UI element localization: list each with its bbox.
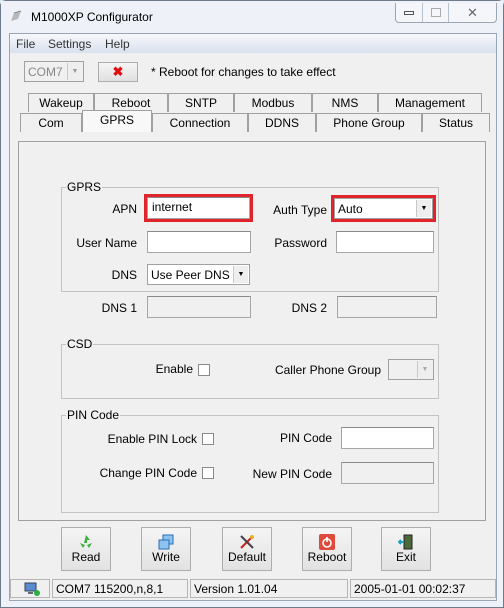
reboot-label: Reboot xyxy=(307,550,347,564)
dns2-input[interactable] xyxy=(337,296,437,318)
chevron-down-icon: ▼ xyxy=(67,63,82,80)
maximize-button[interactable] xyxy=(423,3,449,22)
exit-door-icon xyxy=(398,534,413,550)
close-button[interactable]: ✕ xyxy=(449,3,496,22)
client-area: File Settings Help COM7 ▼ ✖ * Reboot for… xyxy=(9,33,497,601)
power-icon xyxy=(319,534,335,550)
tab-gprs[interactable]: GPRS xyxy=(82,110,152,132)
dns-select[interactable]: Use Peer DNS ▼ xyxy=(147,264,250,285)
app-icon xyxy=(11,10,22,21)
tab-ddns[interactable]: DDNS xyxy=(248,113,316,132)
change-pin-code-checkbox[interactable] xyxy=(202,467,214,479)
apn-label: APN xyxy=(112,202,137,216)
new-pin-code-input[interactable] xyxy=(341,462,434,484)
csd-enable-checkbox[interactable] xyxy=(198,364,210,376)
tab-connection[interactable]: Connection xyxy=(152,113,248,132)
tab-nms[interactable]: NMS xyxy=(312,93,378,112)
menu-bar: File Settings Help xyxy=(10,34,496,53)
menu-settings[interactable]: Settings xyxy=(48,37,91,51)
user-name-input[interactable] xyxy=(147,231,251,253)
csd-enable-label: Enable xyxy=(155,362,193,376)
status-bar: COM7 115200,n,8,1 Version 1.01.04 2005-0… xyxy=(10,577,496,599)
red-x-icon: ✖ xyxy=(112,64,124,79)
recycle-icon xyxy=(80,535,92,548)
tools-icon xyxy=(240,535,254,549)
gprs-tab-panel: GPRS APN internet Auth Type Auto ▼ User … xyxy=(18,141,486,521)
user-name-label: User Name xyxy=(76,236,137,250)
disconnect-button[interactable]: ✖ xyxy=(98,62,138,82)
menu-file[interactable]: File xyxy=(16,37,35,51)
reboot-button[interactable]: Reboot xyxy=(302,527,352,571)
tab-phone-group[interactable]: Phone Group xyxy=(316,113,422,132)
chevron-down-icon: ▼ xyxy=(416,200,431,217)
minimize-button[interactable] xyxy=(396,3,424,22)
apn-input[interactable]: internet xyxy=(144,194,253,222)
network-computer-icon xyxy=(24,582,40,596)
tab-status[interactable]: Status xyxy=(422,113,490,132)
caller-phone-group-label: Caller Phone Group xyxy=(274,363,381,377)
auth-type-label: Auth Type xyxy=(273,203,327,217)
auth-type-select[interactable]: Auto ▼ xyxy=(331,195,436,222)
status-datetime: 2005-01-01 00:02:37 xyxy=(350,579,496,598)
tab-management[interactable]: Management xyxy=(378,93,482,112)
menu-help[interactable]: Help xyxy=(105,37,130,51)
password-input[interactable] xyxy=(336,231,434,253)
caller-phone-group-select[interactable]: ▼ xyxy=(388,359,434,380)
chevron-down-icon: ▼ xyxy=(233,266,248,283)
csd-legend: CSD xyxy=(67,337,93,351)
title-bar: M1000XP Configurator ✕ xyxy=(1,1,503,33)
dns2-label: DNS 2 xyxy=(291,301,327,315)
pin-code-label: PIN Code xyxy=(279,431,332,445)
dns1-input[interactable] xyxy=(147,296,251,318)
exit-button[interactable]: Exit xyxy=(381,527,431,571)
write-label: Write xyxy=(152,550,180,564)
status-connection: COM7 115200,n,8,1 xyxy=(52,579,188,598)
tab-sntp[interactable]: SNTP xyxy=(168,93,234,112)
status-version: Version 1.01.04 xyxy=(190,579,348,598)
dns1-label: DNS 1 xyxy=(101,301,137,315)
exit-label: Exit xyxy=(395,550,416,564)
status-connection-icon-cell xyxy=(10,579,50,598)
write-button[interactable]: Write xyxy=(141,527,191,571)
com-port-select[interactable]: COM7 ▼ xyxy=(24,61,84,82)
tab-modbus[interactable]: Modbus xyxy=(234,93,312,112)
dns-value: Use Peer DNS xyxy=(151,268,230,282)
enable-pin-lock-checkbox[interactable] xyxy=(202,433,214,445)
change-pin-code-label: Change PIN Code xyxy=(99,466,197,480)
password-label: Password xyxy=(274,236,327,250)
pin-code-input[interactable] xyxy=(341,427,434,449)
pin-code-group: PIN Code xyxy=(61,408,439,513)
tab-com[interactable]: Com xyxy=(20,113,82,132)
read-label: Read xyxy=(71,550,101,564)
read-button[interactable]: Read xyxy=(61,527,111,571)
pin-code-legend: PIN Code xyxy=(67,408,120,422)
caption-buttons: ✕ xyxy=(395,3,497,23)
maximize-icon xyxy=(430,8,441,17)
close-icon: ✕ xyxy=(467,4,478,20)
tabs-row-bottom: Com GPRS Connection DDNS Phone Group Sta… xyxy=(20,110,490,132)
new-pin-code-label: New PIN Code xyxy=(252,467,332,481)
gprs-legend: GPRS xyxy=(67,180,102,194)
dns-label: DNS xyxy=(111,268,137,282)
write-icon xyxy=(158,534,174,550)
app-window: M1000XP Configurator ✕ File Settings Hel… xyxy=(0,0,504,608)
default-label: Default xyxy=(227,550,267,564)
default-button[interactable]: Default xyxy=(222,527,272,571)
auth-type-value: Auto xyxy=(338,202,363,216)
minimize-icon xyxy=(404,10,415,15)
enable-pin-lock-label: Enable PIN Lock xyxy=(107,432,197,446)
reboot-notice: * Reboot for changes to take effect xyxy=(151,65,336,79)
com-port-value: COM7 xyxy=(28,65,63,79)
window-title: M1000XP Configurator xyxy=(31,10,153,24)
chevron-down-icon: ▼ xyxy=(417,361,432,378)
